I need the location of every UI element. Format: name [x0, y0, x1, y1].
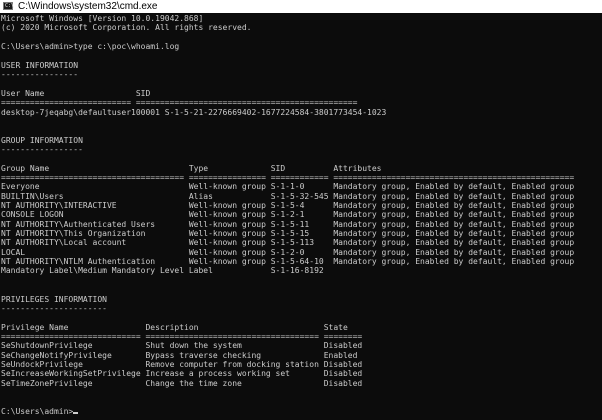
console-line: Mandatory Label\Medium Mandatory Level L… — [1, 266, 324, 276]
console-line-text: CONSOLE LOGON Well-known group S-1-2-1 M… — [1, 210, 575, 220]
console-line-text: NT AUTHORITY\INTERACTIVE Well-known grou… — [1, 201, 575, 210]
console-line-text: NT AUTHORITY\This Organization Well-know… — [1, 229, 575, 239]
console-line-text: ---------------- — [1, 70, 79, 80]
console-line-text: SeUndockPrivilege Remove computer from d… — [1, 359, 363, 369]
console-line: SeTimeZonePrivilege Change the time zone… — [1, 379, 362, 389]
command-prompt[interactable]: C:\Users\admin> — [1, 406, 79, 417]
console-line-text: C:\Users\admin>type c:\poc\whoami.log — [1, 42, 180, 52]
console-output[interactable]: Microsoft Windows [Version 10.0.19042.86… — [0, 14, 602, 420]
console-line: ---------------- — [1, 70, 78, 80]
console-line-text: ====================================== =… — [1, 172, 575, 182]
console-line-text: USER INFORMATION — [1, 60, 79, 70]
console-line-text: desktop-7jeqabg\defaultuser100001 S-1-5-… — [1, 107, 387, 117]
console-line-text: ---------------------- — [1, 303, 107, 313]
console-line-text: LOCAL Well-known group S-1-2-0 Mandatory… — [1, 247, 575, 257]
console-line-text: NT AUTHORITY\Authenticated Users Well-kn… — [1, 219, 575, 229]
console-line-text: PRIVILEGES INFORMATION — [1, 294, 107, 304]
console-line-text: NT AUTHORITY\NTLM Authentication Well-kn… — [1, 257, 575, 267]
console-line-text: SeIncreaseWorkingSetPrivilege Increase a… — [1, 369, 363, 379]
console-line: desktop-7jeqabg\defaultuser100001 S-1-5-… — [1, 108, 386, 118]
console-line-text: ============================= ==========… — [1, 331, 363, 341]
console-line-text: =========================== ============… — [1, 98, 358, 108]
console-line-text: User Name SID — [1, 88, 151, 98]
console-line: C:\Users\admin>type c:\poc\whoami.log — [1, 42, 179, 52]
console-line-text: Privilege Name Description State — [1, 322, 348, 332]
console-line-text: Microsoft Windows [Version 10.0.19042.86… — [1, 14, 204, 23]
console-line-text: NT AUTHORITY\Local account Well-known gr… — [1, 238, 575, 248]
window-title: C:\Windows\system32\cmd.exe — [18, 1, 158, 12]
console-line: (c) 2020 Microsoft Corporation. All righ… — [1, 23, 251, 33]
console-line-text: (c) 2020 Microsoft Corporation. All righ… — [1, 23, 252, 33]
console-line-text: Group Name Type SID Attributes — [1, 163, 382, 173]
console-line: ---------------------- — [1, 304, 107, 314]
cmd-window: C:\ C:\Windows\system32\cmd.exe Microsof… — [0, 0, 602, 420]
console-line-text: SeTimeZonePrivilege Change the time zone… — [1, 378, 363, 388]
console-line-text: Mandatory Label\Medium Mandatory Level L… — [1, 266, 324, 276]
console-line-text: GROUP INFORMATION — [1, 135, 83, 145]
console-line-text: Everyone Well-known group S-1-1-0 Mandat… — [1, 182, 575, 192]
console-line-text: C:\Users\admin> — [1, 406, 74, 416]
console-line-text: SeShutdownPrivilege Shut down the system… — [1, 341, 363, 351]
text-cursor — [73, 411, 79, 414]
console-line-text: ----------------- — [1, 144, 83, 154]
console-line: ----------------- — [1, 145, 83, 155]
cmd-icon: C:\ — [3, 2, 15, 10]
title-bar[interactable]: C:\ C:\Windows\system32\cmd.exe — [0, 0, 602, 13]
console-line-text: SeChangeNotifyPrivilege Bypass traverse … — [1, 350, 358, 360]
console-line-text: BUILTIN\Users Alias S-1-5-32-545 Mandato… — [1, 191, 575, 201]
